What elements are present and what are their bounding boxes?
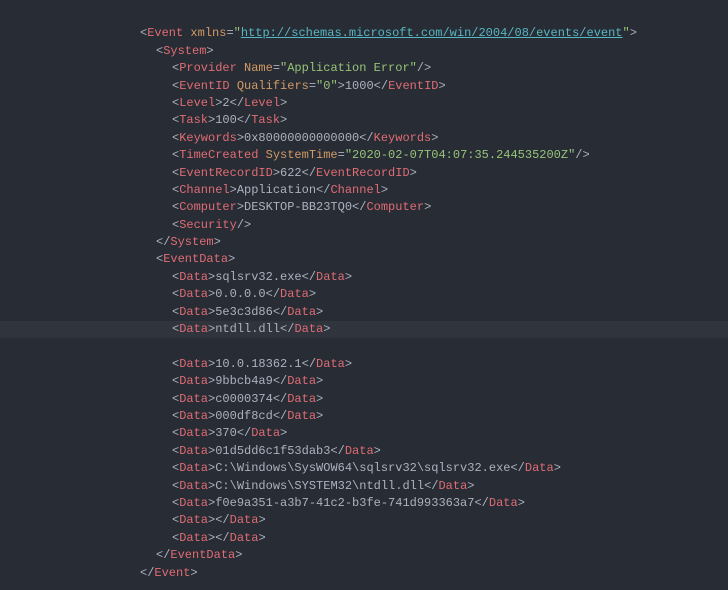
data-row: <Data></Data>	[0, 531, 266, 545]
provider: <Provider Name="Application Error"/>	[0, 61, 431, 75]
data-row: <Data>ntdll.dll</Data>	[0, 321, 728, 338]
eventid: <EventID Qualifiers="0">1000</EventID>	[0, 79, 446, 93]
timecreated: <TimeCreated SystemTime="2020-02-07T04:0…	[0, 148, 590, 162]
data-row: <Data>sqlsrv32.exe</Data>	[0, 270, 352, 284]
xmlns-url[interactable]: http://schemas.microsoft.com/win/2004/08…	[241, 26, 623, 40]
data-row: <Data>f0e9a351-a3b7-41c2-b3fe-741d993363…	[0, 496, 525, 510]
data-row: <Data>C:\Windows\SysWOW64\sqlsrv32\sqlsr…	[0, 461, 561, 475]
xml-code-block: <Event xmlns="http://schemas.microsoft.c…	[0, 0, 728, 590]
data-row: <Data>c0000374</Data>	[0, 392, 323, 406]
data-row: <Data>01d5dd6c1f53dab3</Data>	[0, 444, 381, 458]
data-row: <Data>370</Data>	[0, 426, 287, 440]
eventrecordid: <EventRecordID>622</EventRecordID>	[0, 166, 417, 180]
task: <Task>100</Task>	[0, 113, 287, 127]
eventdata-close: </EventData>	[0, 548, 242, 562]
data-row: <Data></Data>	[0, 513, 266, 527]
data-row: <Data>5e3c3d86</Data>	[0, 305, 323, 319]
data-row: <Data>000df8cd</Data>	[0, 409, 323, 423]
level: <Level>2</Level>	[0, 96, 287, 110]
system-open: <System>	[0, 44, 214, 58]
data-row: <Data>C:\Windows\SYSTEM32\ntdll.dll</Dat…	[0, 479, 474, 493]
system-close: </System>	[0, 235, 221, 249]
event-close: </Event>	[0, 566, 198, 580]
security: <Security/>	[0, 218, 251, 232]
event-open: <Event xmlns="http://schemas.microsoft.c…	[0, 26, 637, 40]
computer: <Computer>DESKTOP-BB23TQ0</Computer>	[0, 200, 431, 214]
keywords: <Keywords>0x80000000000000</Keywords>	[0, 131, 438, 145]
data-row: <Data>0.0.0.0</Data>	[0, 287, 316, 301]
data-row: <Data>10.0.18362.1</Data>	[0, 357, 352, 371]
eventdata-open: <EventData>	[0, 252, 235, 266]
channel: <Channel>Application</Channel>	[0, 183, 388, 197]
data-row: <Data>9bbcb4a9</Data>	[0, 374, 323, 388]
